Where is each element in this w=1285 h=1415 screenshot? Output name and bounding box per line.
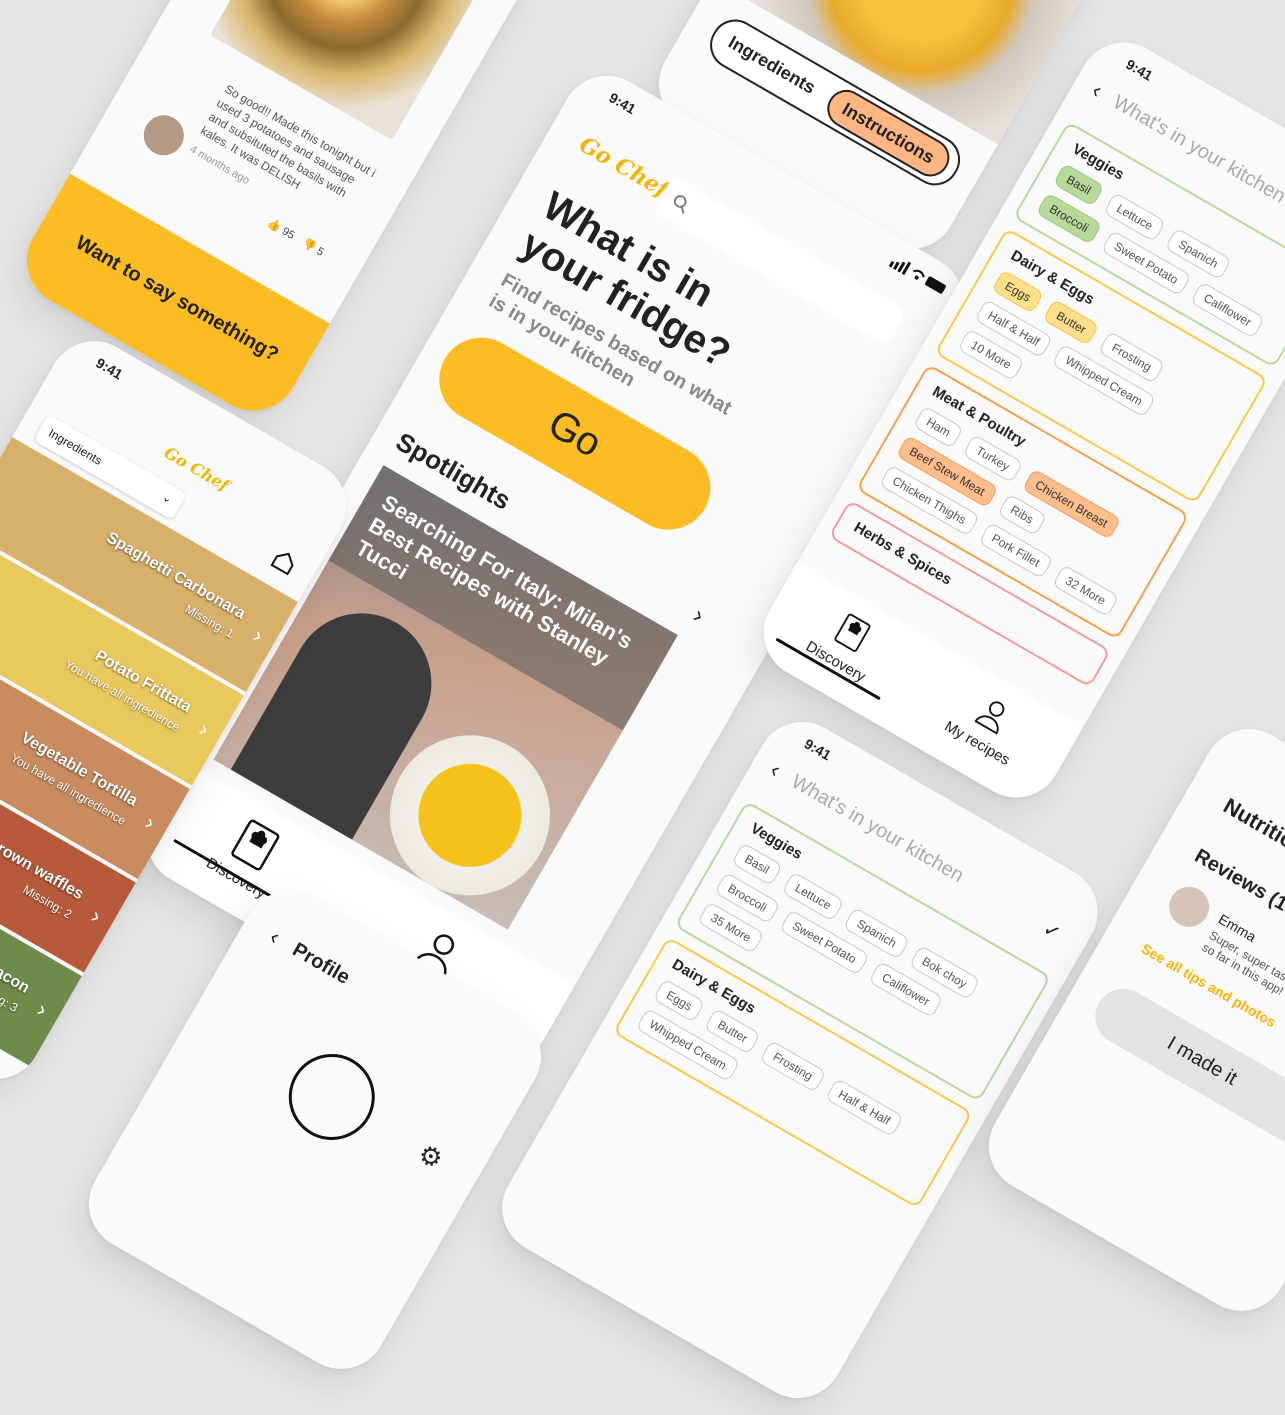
fridge2-status-time: 9:41 [801,735,834,764]
recipe-title: Spaghetti Carbonara [103,529,249,623]
ingredient-chip[interactable]: Pork Fillet [977,521,1054,580]
ingredient-chip[interactable]: Califlower [1190,281,1265,339]
chevron-right-icon: › [86,903,106,929]
home-icon[interactable] [268,545,301,578]
fridge-tab-discovery[interactable]: Discovery [803,602,890,686]
chevron-right-icon: › [248,622,268,648]
tab-discovery[interactable]: Discovery [203,809,295,902]
cookbook-icon [231,819,280,871]
signal-battery-icon [888,260,946,294]
spotlights-next-icon[interactable]: › [688,602,708,630]
chef-avatar-icon [273,1038,391,1156]
fridge2-back-icon[interactable]: ‹ [766,757,785,783]
fridge-tab-my-recipes[interactable]: My recipes [941,682,1033,769]
reviewer-avatar [1161,879,1217,935]
tab-ingredients[interactable]: Ingredients [724,32,819,99]
like-count: 95 [279,225,297,242]
ingredient-chip[interactable]: 32 More [1051,564,1120,618]
back-icon[interactable]: ‹ [1087,77,1107,103]
profile-back-icon[interactable]: ‹ [265,924,285,950]
confirm-check-icon[interactable]: ✓ [1038,916,1065,946]
nutrition-title: Nutrition [1219,792,1285,861]
i-made-it-label: I made it [1163,1032,1241,1090]
avatar [133,105,194,166]
fridge-status-time: 9:41 [1123,55,1156,84]
status-time: 9:41 [606,89,639,118]
profile-title: Profile [288,938,354,989]
cookbook-icon [834,613,871,652]
chevron-right-icon: › [140,809,160,835]
brand-logo: Go Chef [574,131,673,204]
settings-gear-icon[interactable]: ⚙ [413,1138,448,1177]
dislike-count: 5 [314,245,326,259]
chevron-down-icon: ⌄ [159,489,176,507]
like-button[interactable]: 👍 95 [265,216,297,242]
list-status-time: 9:41 [93,354,126,383]
thumbs-down-icon: 👎 [299,237,318,255]
thumbs-up-icon: 👍 [265,217,284,235]
dislike-button[interactable]: 👎 5 [300,236,326,259]
search-icon [673,195,687,214]
chevron-right-icon: › [32,996,52,1022]
chevron-right-icon: › [194,716,214,742]
go-button-label: Go [540,401,609,467]
user-icon [974,701,1005,735]
